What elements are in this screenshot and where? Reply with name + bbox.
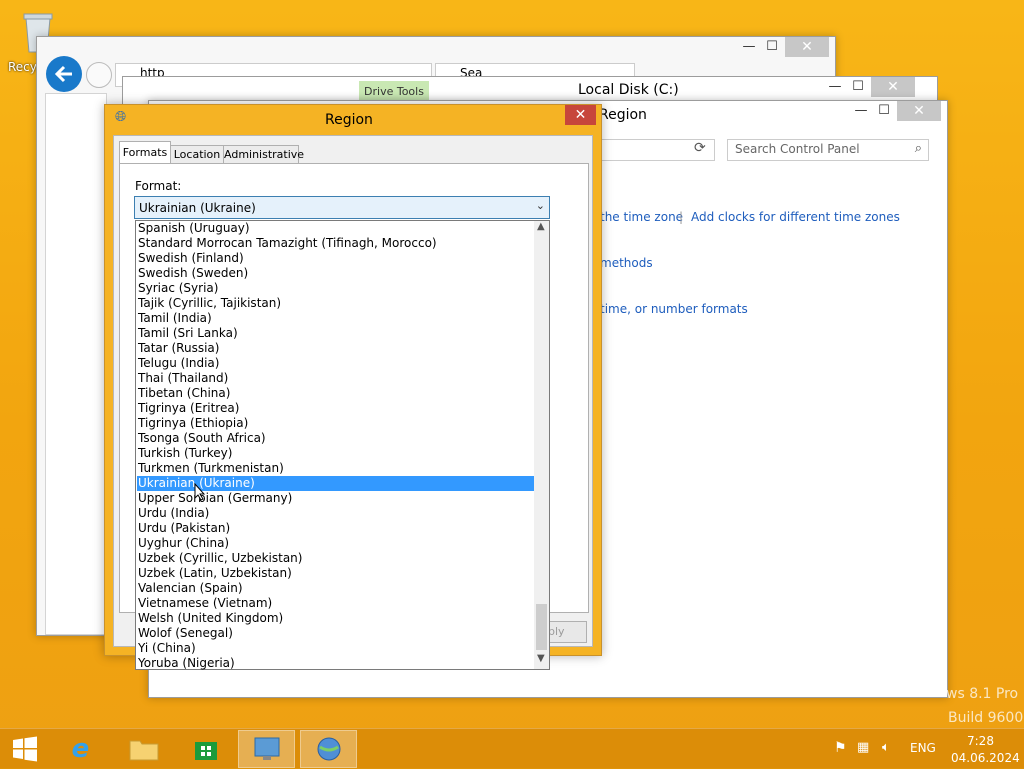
explorer-title: Local Disk (C:): [578, 82, 679, 98]
add-clocks-link[interactable]: Add clocks for different time zones: [691, 210, 900, 224]
input-methods-link[interactable]: methods: [600, 256, 653, 270]
format-option[interactable]: Uyghur (China): [137, 536, 535, 551]
windows-logo-icon: [13, 736, 37, 762]
format-option[interactable]: Urdu (Pakistan): [137, 521, 535, 536]
folder-icon: [129, 740, 158, 761]
forward-button[interactable]: [86, 62, 112, 88]
back-arrow-icon: [54, 65, 72, 83]
format-option[interactable]: Yi (China): [137, 641, 535, 656]
format-option[interactable]: Tamil (India): [137, 311, 535, 326]
clock-time[interactable]: 7:28: [967, 734, 994, 748]
format-option[interactable]: Welsh (United Kingdom): [137, 611, 535, 626]
ie-content: [45, 93, 107, 635]
control-panel-title: Region: [599, 107, 647, 123]
globe-clock-icon: [317, 737, 340, 761]
cp-search-icon: ⌕: [914, 141, 922, 156]
tab-location[interactable]: Location: [170, 145, 224, 164]
store-icon: [194, 742, 217, 760]
format-option[interactable]: Turkmen (Turkmenistan): [137, 461, 535, 476]
taskbar-region[interactable]: [300, 730, 357, 768]
link-separator: |: [679, 210, 684, 224]
network-icon[interactable]: ▦: [857, 740, 869, 755]
format-combobox[interactable]: Ukrainian (Ukraine) ⌄: [134, 196, 550, 219]
chevron-down-icon: ⌄: [535, 199, 545, 212]
format-option[interactable]: Tatar (Russia): [137, 341, 535, 356]
clock-date[interactable]: 04.06.2024: [951, 751, 1020, 765]
format-option[interactable]: Spanish (Uruguay): [137, 221, 535, 236]
taskbar-file-explorer[interactable]: [115, 730, 172, 768]
dialog-title: Region: [325, 112, 373, 128]
format-option[interactable]: Tigrinya (Ethiopia): [137, 416, 535, 431]
format-option[interactable]: Tigrinya (Eritrea): [137, 401, 535, 416]
format-option[interactable]: Syriac (Syria): [137, 281, 535, 296]
format-option[interactable]: Yoruba (Nigeria): [137, 656, 535, 671]
ie-close-button[interactable]: ✕: [785, 37, 829, 57]
volume-muted-icon[interactable]: 🔈︎: [882, 740, 890, 755]
back-button[interactable]: [46, 56, 82, 92]
format-option[interactable]: Urdu (India): [137, 506, 535, 521]
format-option[interactable]: Swedish (Finland): [137, 251, 535, 266]
internet-explorer-icon: e: [71, 734, 90, 764]
scroll-down-icon[interactable]: ▼: [537, 653, 545, 664]
format-combobox-value: Ukrainian (Ukraine): [139, 201, 256, 215]
language-indicator[interactable]: ENG: [910, 741, 936, 755]
format-dropdown-list[interactable]: Spanish (Uruguay) Standard Morrocan Tamaz…: [135, 220, 550, 670]
format-option[interactable]: Tajik (Cyrillic, Tajikistan): [137, 296, 535, 311]
taskbar-ie[interactable]: e: [52, 730, 109, 768]
format-option[interactable]: Tibetan (China): [137, 386, 535, 401]
start-button[interactable]: [0, 730, 50, 768]
taskbar-store[interactable]: [177, 730, 234, 768]
cp-search-box[interactable]: Search Control Panel ⌕: [727, 139, 929, 161]
formats-link[interactable]: time, or number formats: [600, 302, 748, 316]
format-option[interactable]: Turkish (Turkey): [137, 446, 535, 461]
format-option[interactable]: Tsonga (South Africa): [137, 431, 535, 446]
format-label: Format:: [135, 179, 182, 193]
explorer-close-button[interactable]: ✕: [871, 77, 915, 97]
tab-administrative[interactable]: Administrative: [223, 145, 304, 164]
scrollbar-thumb[interactable]: [536, 604, 547, 650]
format-option[interactable]: Valencian (Spain): [137, 581, 535, 596]
windows-watermark-edition: ws 8.1 Pro: [946, 686, 1019, 702]
format-option[interactable]: Uzbek (Latin, Uzbekistan): [137, 566, 535, 581]
flag-icon[interactable]: ⚑: [834, 740, 847, 756]
scroll-up-icon[interactable]: ▲: [537, 221, 545, 232]
taskbar-control-panel[interactable]: [238, 730, 295, 768]
region-globe-icon: 🌐︎: [115, 109, 127, 125]
apply-button-label: ply: [548, 625, 565, 638]
list-scrollbar[interactable]: ▲ ▼: [534, 221, 549, 669]
format-option[interactable]: Telugu (India): [137, 356, 535, 371]
windows-watermark-build: Build 9600: [948, 710, 1024, 726]
format-option[interactable]: Uzbek (Cyrillic, Uzbekistan): [137, 551, 535, 566]
control-panel-icon: [254, 737, 279, 760]
format-option[interactable]: Swedish (Sweden): [137, 266, 535, 281]
format-option[interactable]: Standard Morrocan Tamazight (Tifinagh, M…: [137, 236, 535, 251]
format-option[interactable]: Wolof (Senegal): [137, 626, 535, 641]
mouse-cursor-icon: [194, 483, 206, 501]
cp-search-placeholder: Search Control Panel: [735, 142, 860, 156]
time-zone-link[interactable]: the time zone: [600, 210, 683, 224]
format-option[interactable]: Tamil (Sri Lanka): [137, 326, 535, 341]
tab-formats[interactable]: Formats: [119, 141, 171, 164]
cp-close-button[interactable]: ✕: [897, 101, 941, 121]
dialog-close-button[interactable]: ✕: [565, 105, 596, 125]
format-option[interactable]: Vietnamese (Vietnam): [137, 596, 535, 611]
cp-refresh-icon[interactable]: ⟳: [694, 140, 706, 156]
format-option[interactable]: Thai (Thailand): [137, 371, 535, 386]
